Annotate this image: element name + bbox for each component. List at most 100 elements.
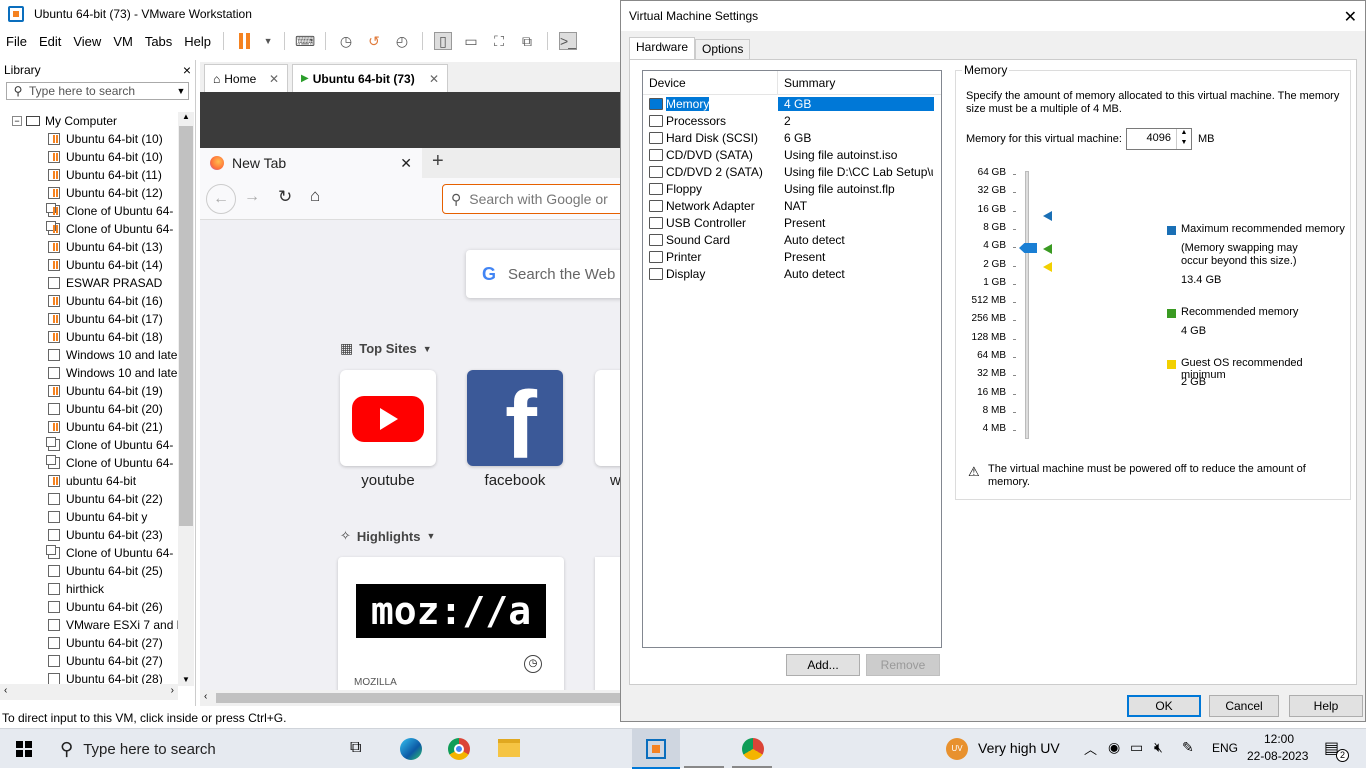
menu-vm[interactable]: VM: [107, 34, 139, 49]
device-list[interactable]: Device Summary Memory 4 GB Processors 2 Hard…: [642, 70, 942, 648]
library-vm-item[interactable]: Ubuntu 64-bit (21): [0, 418, 180, 436]
vm-horizontal-scrollbar[interactable]: ‹: [200, 690, 620, 706]
library-vm-item[interactable]: Ubuntu 64-bit (10): [0, 130, 180, 148]
show-library-icon[interactable]: ▯: [434, 32, 453, 50]
full-screen-icon[interactable]: ⛶: [490, 32, 508, 50]
tab-close-icon[interactable]: ✕: [269, 72, 279, 86]
chevron-up-icon[interactable]: ︿: [1084, 739, 1097, 758]
url-bar[interactable]: ⚲ Search with Google or: [442, 184, 620, 214]
library-vm-item[interactable]: Ubuntu 64-bit (22): [0, 490, 180, 508]
memory-slider-thumb[interactable]: [1019, 243, 1037, 253]
power-dropdown-icon[interactable]: ▼: [263, 32, 273, 50]
web-search-box[interactable]: G Search the Web: [466, 250, 620, 298]
help-button[interactable]: Help: [1289, 695, 1363, 717]
send-ctrl-alt-del-icon[interactable]: ⌨: [295, 32, 315, 50]
menu-edit[interactable]: Edit: [33, 34, 67, 49]
clock-date[interactable]: 22-08-2023: [1247, 749, 1308, 763]
home-icon[interactable]: ⌂: [310, 186, 320, 206]
memory-slider-track[interactable]: [1025, 171, 1029, 439]
cancel-button[interactable]: Cancel: [1209, 695, 1279, 717]
remove-button[interactable]: Remove: [866, 654, 940, 676]
scrollbar-thumb[interactable]: [216, 693, 620, 703]
scroll-up-icon[interactable]: ▲: [178, 112, 194, 121]
library-vm-item[interactable]: VMware ESXi 7 and la: [0, 616, 180, 634]
library-vm-item[interactable]: Ubuntu 64-bit (14): [0, 256, 180, 274]
library-vm-item[interactable]: Ubuntu 64-bit (19): [0, 382, 180, 400]
highlights-heading[interactable]: ✧ Highlights ▼: [340, 528, 435, 544]
collapse-icon[interactable]: −: [12, 116, 22, 126]
scroll-left-icon[interactable]: ‹: [204, 691, 207, 702]
menu-help[interactable]: Help: [178, 34, 217, 49]
library-vm-item[interactable]: Ubuntu 64-bit (16): [0, 292, 180, 310]
library-vm-item[interactable]: Ubuntu 64-bit (27): [0, 652, 180, 670]
library-vm-item[interactable]: Ubuntu 64-bit y: [0, 508, 180, 526]
column-summary[interactable]: Summary: [778, 71, 835, 94]
library-vm-item[interactable]: Ubuntu 64-bit (25): [0, 562, 180, 580]
library-vm-item[interactable]: Ubuntu 64-bit (18): [0, 328, 180, 346]
scroll-left-icon[interactable]: ‹: [4, 685, 7, 696]
network-icon[interactable]: ▭: [1130, 739, 1143, 756]
chrome-profile-icon[interactable]: [742, 738, 764, 760]
back-icon[interactable]: ←: [206, 184, 236, 214]
library-vm-item[interactable]: Ubuntu 64-bit (26): [0, 598, 180, 616]
library-vm-item[interactable]: ubuntu 64-bit: [0, 472, 180, 490]
top-sites-heading[interactable]: ▦ Top Sites ▼: [340, 340, 432, 357]
firefox-tab[interactable]: New Tab ✕: [200, 148, 422, 178]
new-tab-icon[interactable]: +: [432, 150, 444, 173]
top-site-youtube[interactable]: [340, 370, 436, 466]
menu-tabs[interactable]: Tabs: [139, 34, 178, 49]
device-row[interactable]: Sound Card Auto detect: [643, 231, 941, 248]
library-vm-item[interactable]: Ubuntu 64-bit (20): [0, 400, 180, 418]
tab-vm[interactable]: ▶ Ubuntu 64-bit (73) ✕: [292, 64, 448, 92]
scroll-down-icon[interactable]: ▼: [178, 675, 194, 684]
memory-spinner[interactable]: 4096 ▲ ▼: [1126, 128, 1192, 150]
library-vm-item[interactable]: Windows 10 and late: [0, 364, 180, 382]
ok-button[interactable]: OK: [1127, 695, 1201, 717]
weather-uv-badge[interactable]: UV: [946, 738, 968, 760]
add-button[interactable]: Add...: [786, 654, 860, 676]
chevron-down-icon[interactable]: ▼: [174, 86, 188, 96]
library-vm-item[interactable]: Clone of Ubuntu 64-: [0, 220, 180, 238]
library-vm-item[interactable]: Ubuntu 64-bit (23): [0, 526, 180, 544]
library-vm-item[interactable]: Ubuntu 64-bit (27): [0, 634, 180, 652]
device-row[interactable]: Display Auto detect: [643, 265, 941, 282]
scrollbar-thumb[interactable]: [179, 126, 193, 526]
file-explorer-icon[interactable]: [498, 739, 520, 757]
menu-view[interactable]: View: [67, 34, 107, 49]
highlight-card[interactable]: moz://a ◷ MOZILLA: [338, 557, 564, 690]
meet-now-icon[interactable]: ◉: [1108, 739, 1120, 756]
clock-time[interactable]: 12:00: [1264, 732, 1294, 746]
forward-icon[interactable]: →: [244, 188, 260, 206]
top-site-wikipedia[interactable]: [595, 370, 620, 466]
speaker-muted-icon[interactable]: 🔇︎: [1154, 739, 1163, 756]
device-row[interactable]: Network Adapter NAT: [643, 197, 941, 214]
library-vm-item[interactable]: Clone of Ubuntu 64-: [0, 436, 180, 454]
thumbnail-bar-icon[interactable]: ▭: [462, 32, 480, 50]
menu-file[interactable]: File: [0, 34, 33, 49]
vm-display[interactable]: New Tab ✕ + ← → ↻ ⌂ ⚲ Search with Google…: [200, 92, 620, 690]
library-vm-item[interactable]: Ubuntu 64-bit (11): [0, 166, 180, 184]
library-vm-item[interactable]: Ubuntu 64-bit (10): [0, 148, 180, 166]
reload-icon[interactable]: ↻: [278, 187, 292, 207]
task-view-icon[interactable]: ⧉: [350, 739, 361, 757]
device-row[interactable]: Processors 2: [643, 112, 941, 129]
library-vm-item[interactable]: Windows 10 and late: [0, 346, 180, 364]
pen-icon[interactable]: ✎: [1182, 739, 1194, 756]
library-vm-item[interactable]: ESWAR PRASAD: [0, 274, 180, 292]
close-icon[interactable]: ✕: [1344, 7, 1357, 27]
tab-options[interactable]: Options: [695, 39, 751, 59]
column-device[interactable]: Device: [643, 71, 778, 94]
device-row[interactable]: CD/DVD (SATA) Using file autoinst.iso: [643, 146, 941, 163]
top-site-facebook[interactable]: f: [467, 370, 563, 466]
windows-start-icon[interactable]: [16, 741, 32, 757]
unity-icon[interactable]: ⧉: [518, 32, 536, 50]
library-vm-item[interactable]: Ubuntu 64-bit (28): [0, 670, 180, 684]
tab-home[interactable]: ⌂ Home ✕: [204, 64, 288, 92]
spin-up-icon[interactable]: ▲: [1176, 129, 1191, 139]
snapshot-icon[interactable]: ◷: [337, 32, 355, 50]
edge-icon[interactable]: [400, 738, 422, 760]
library-search-input[interactable]: ⚲ Type here to search ▼: [6, 82, 189, 100]
library-close-icon[interactable]: ×: [183, 62, 191, 78]
library-vertical-scrollbar[interactable]: ▲ ▼: [178, 112, 194, 686]
highlight-card[interactable]: [595, 557, 620, 690]
